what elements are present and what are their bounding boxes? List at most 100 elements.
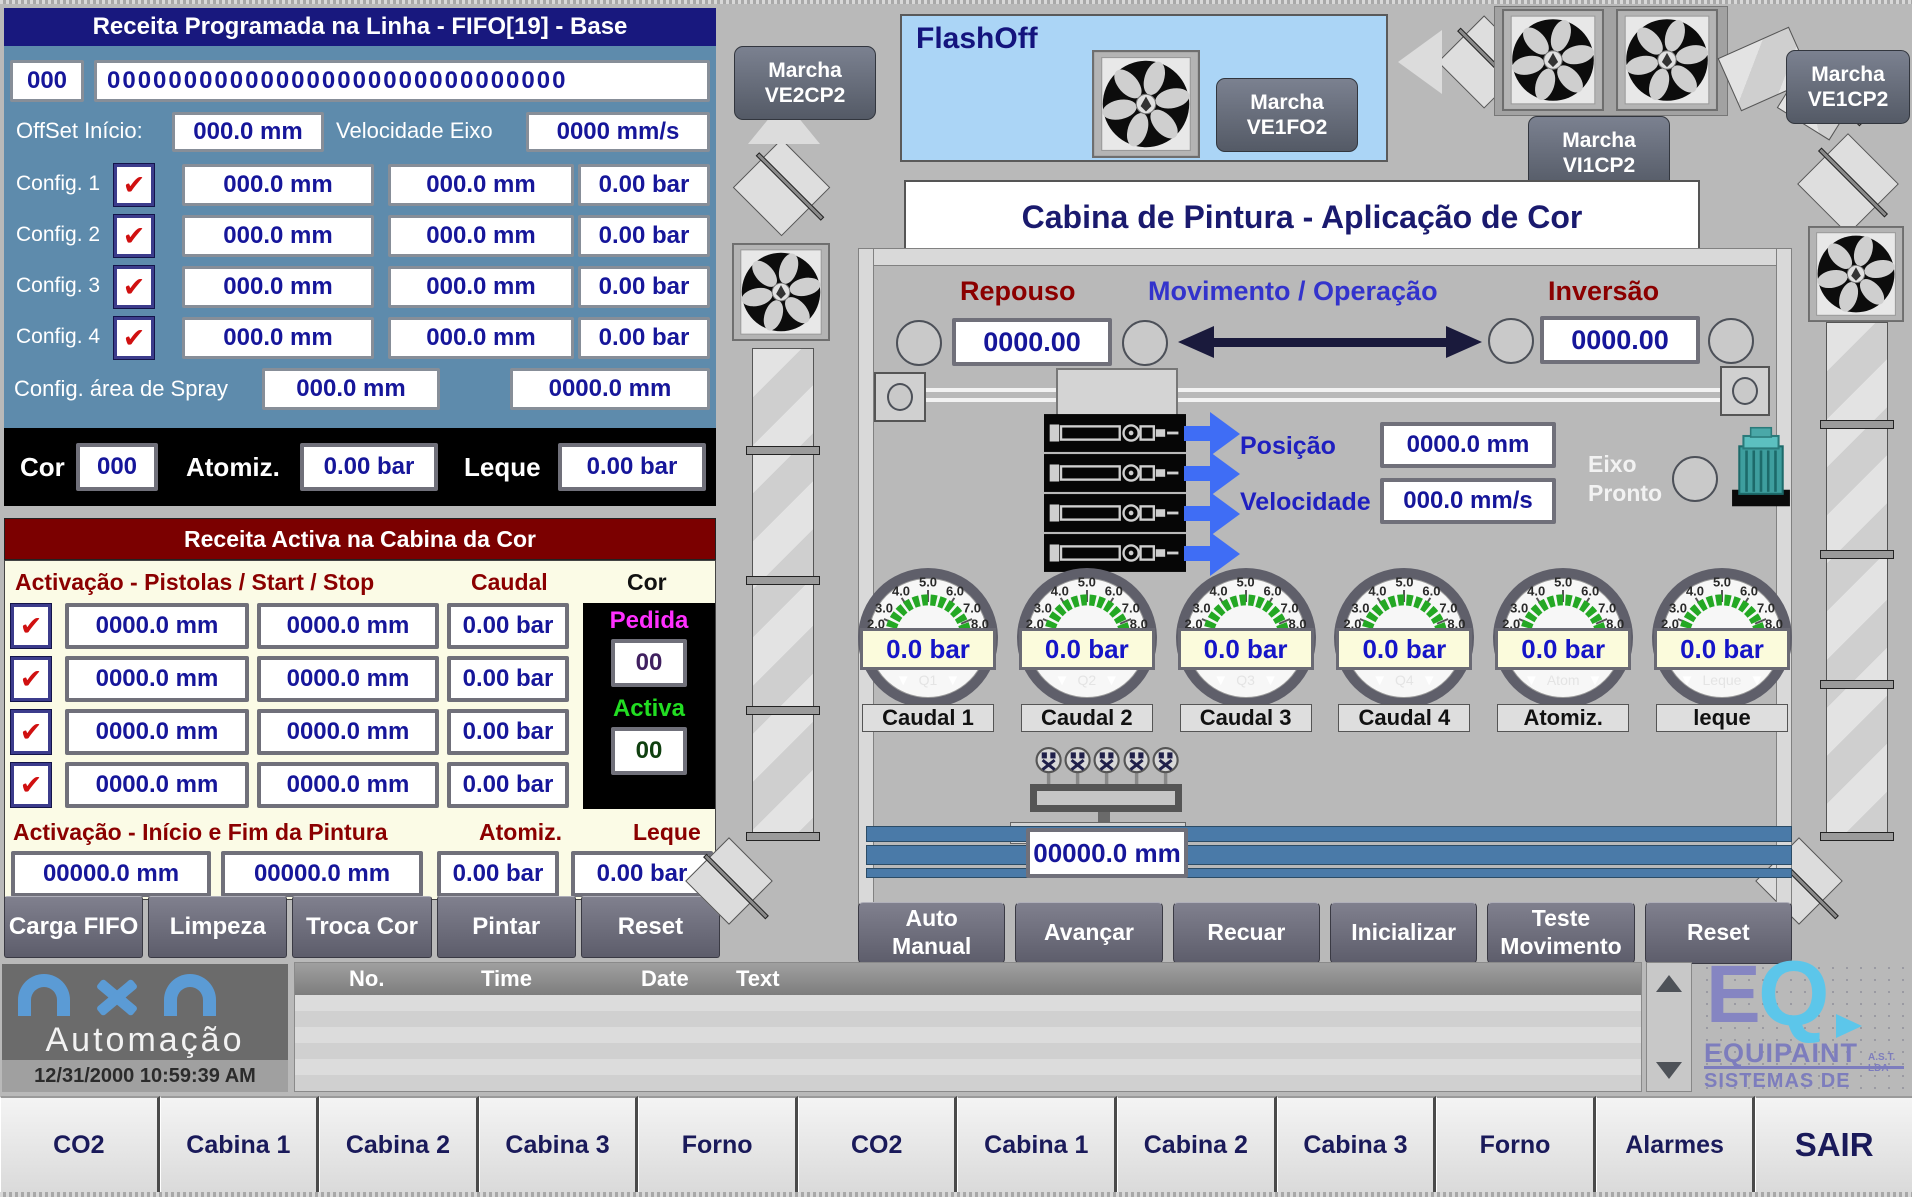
nav-button[interactable]: Cabina 3 [479,1096,639,1192]
repouso-position-field[interactable]: 0000.00 [952,318,1112,366]
recipe-action-button[interactable]: Pintar [437,896,576,958]
leque-field[interactable]: 0.00 bar [558,443,706,491]
gauge-label: Caudal 4 [1338,704,1470,732]
marcha-ve1fo2-button[interactable]: Marcha VE1FO2 [1216,78,1358,152]
nav-button[interactable]: Forno [638,1096,798,1192]
pistol-checkbox[interactable] [11,710,51,754]
gauge-tick: 4.0 [1368,584,1386,599]
motion-button[interactable]: Teste Movimento [1487,902,1634,964]
pistol-caudal-field[interactable]: 0.00 bar [447,709,569,755]
pistol-stop-field[interactable]: 0000.0 mm [257,762,439,808]
nav-button[interactable]: Cabina 1 [160,1096,320,1192]
gauge-arrow-left-icon[interactable]: ▼ [1516,672,1547,689]
pistol-checkbox[interactable] [11,604,51,648]
pressure-gauge: 2.0 3.0 4.0 5.0 6.0 7.0 8.0 0.0 bar ▼Q1▼… [858,568,998,734]
gauge-arrow-left-icon[interactable]: ▼ [1205,672,1236,689]
config-checkbox[interactable] [114,317,154,359]
config-pressure-field[interactable]: 0.00 bar [578,266,710,308]
config-checkbox[interactable] [114,266,154,308]
marcha-ve1cp2-button[interactable]: Marcha VE1CP2 [1786,50,1910,124]
config-row: Config. 4 000.0 mm 000.0 mm 0.00 bar [4,317,716,359]
pistol-start-field[interactable]: 0000.0 mm [65,603,249,649]
motion-button[interactable]: Recuar [1173,902,1320,964]
spray-gun-icon [1044,454,1186,492]
pistol-start-field[interactable]: 0000.0 mm [65,709,249,755]
nav-button[interactable]: Cabina 2 [1117,1096,1277,1192]
config-start-field[interactable]: 000.0 mm [182,266,374,308]
offset-field[interactable]: 000.0 mm [172,112,324,152]
config-pressure-field[interactable]: 0.00 bar [578,317,710,359]
pistol-caudal-field[interactable]: 0.00 bar [447,762,569,808]
recipe-code-field[interactable]: 000000000000000000000000000000 [94,60,710,102]
gauge-arrow-left-icon[interactable]: ▼ [888,672,919,689]
nav-button[interactable]: CO2 [798,1096,958,1192]
pistol-start-field[interactable]: 0000.0 mm [65,656,249,702]
cor-field[interactable]: 000 [76,443,158,491]
spray-area-field-2[interactable]: 0000.0 mm [510,368,710,410]
config-stop-field[interactable]: 000.0 mm [388,317,574,359]
eixo-pronto-indicator [1672,456,1718,502]
config-checkbox[interactable] [114,164,154,206]
pistol-checkbox[interactable] [11,763,51,807]
nav-button[interactable]: Cabina 1 [957,1096,1117,1192]
config-start-field[interactable]: 000.0 mm [182,164,374,206]
spray-area-field-1[interactable]: 000.0 mm [262,368,440,410]
alarm-table-body[interactable] [295,995,1641,1091]
nav-button[interactable]: Forno [1436,1096,1596,1192]
recipe-action-button[interactable]: Troca Cor [292,896,431,958]
gauge-arrow-right-icon[interactable]: ▼ [1255,672,1286,689]
config-stop-field[interactable]: 000.0 mm [388,266,574,308]
nav-button[interactable]: SAIR [1755,1096,1912,1192]
config-checkbox[interactable] [114,215,154,257]
gauge-arrow-right-icon[interactable]: ▼ [937,672,968,689]
scroll-down-icon[interactable] [1656,1062,1682,1079]
config-pressure-field[interactable]: 0.00 bar [578,215,710,257]
pistol-checkbox[interactable] [11,657,51,701]
pistol-caudal-field[interactable]: 0.00 bar [447,656,569,702]
axis-speed-field[interactable]: 0000 mm/s [526,112,710,152]
gauge-arrow-left-icon[interactable]: ▼ [1364,672,1395,689]
marcha-vi1cp2-button[interactable]: Marcha VI1CP2 [1528,116,1670,190]
recipe-action-button[interactable]: Limpeza [148,896,287,958]
pistol-row: 0000.0 mm 0000.0 mm 0.00 bar [5,762,581,808]
pistol-stop-field[interactable]: 0000.0 mm [257,603,439,649]
pistol-start-field[interactable]: 0000.0 mm [65,762,249,808]
recipe-id-field[interactable]: 000 [10,60,84,102]
pistol-caudal-field[interactable]: 0.00 bar [447,603,569,649]
config-pressure-field[interactable]: 0.00 bar [578,164,710,206]
atomiz-field[interactable]: 0.00 bar [300,443,438,491]
config-start-field[interactable]: 000.0 mm [182,317,374,359]
motion-button[interactable]: Auto Manual [858,902,1005,964]
pistol-stop-field[interactable]: 0000.0 mm [257,709,439,755]
pistol-row: 0000.0 mm 0000.0 mm 0.00 bar [5,656,581,702]
paint-end-field[interactable]: 00000.0 mm [221,851,423,897]
gauge-arrow-right-icon[interactable]: ▼ [1414,672,1445,689]
config-start-field[interactable]: 000.0 mm [182,215,374,257]
nav-button[interactable]: CO2 [0,1096,160,1192]
marcha-ve2cp2-button[interactable]: Marcha VE2CP2 [734,46,876,120]
pistol-stop-field[interactable]: 0000.0 mm [257,656,439,702]
gauge-arrow-right-icon[interactable]: ▼ [1096,672,1127,689]
recipe-action-button[interactable]: Carga FIFO [4,896,143,958]
nav-button[interactable]: Cabina 3 [1277,1096,1437,1192]
nav-button[interactable]: Alarmes [1596,1096,1756,1192]
motion-button[interactable]: Inicializar [1330,902,1477,964]
velocidade-label: Velocidade [1240,488,1371,517]
scroll-up-icon[interactable] [1656,975,1682,992]
inversao-position-field[interactable]: 0000.00 [1540,316,1700,364]
alarm-table-header: No. Time Date Text [295,963,1641,995]
config-stop-field[interactable]: 000.0 mm [388,215,574,257]
gauge-arrow-right-icon[interactable]: ▼ [1741,672,1772,689]
movimento-indicator-right [1488,318,1534,364]
alarm-table[interactable]: No. Time Date Text [294,962,1642,1092]
gauge-arrow-right-icon[interactable]: ▼ [1580,672,1611,689]
config-stop-field[interactable]: 000.0 mm [388,164,574,206]
gauge-tag: ▼Atom▼ [1493,672,1633,689]
gauge-arrow-left-icon[interactable]: ▼ [1672,672,1703,689]
motion-button[interactable]: Avançar [1015,902,1162,964]
nav-button[interactable]: Cabina 2 [319,1096,479,1192]
paint-start-field[interactable]: 00000.0 mm [11,851,211,897]
equipaint-arrow-icon [1836,1014,1862,1038]
paint-atomiz-field[interactable]: 0.00 bar [437,851,559,897]
gauge-arrow-left-icon[interactable]: ▼ [1047,672,1078,689]
